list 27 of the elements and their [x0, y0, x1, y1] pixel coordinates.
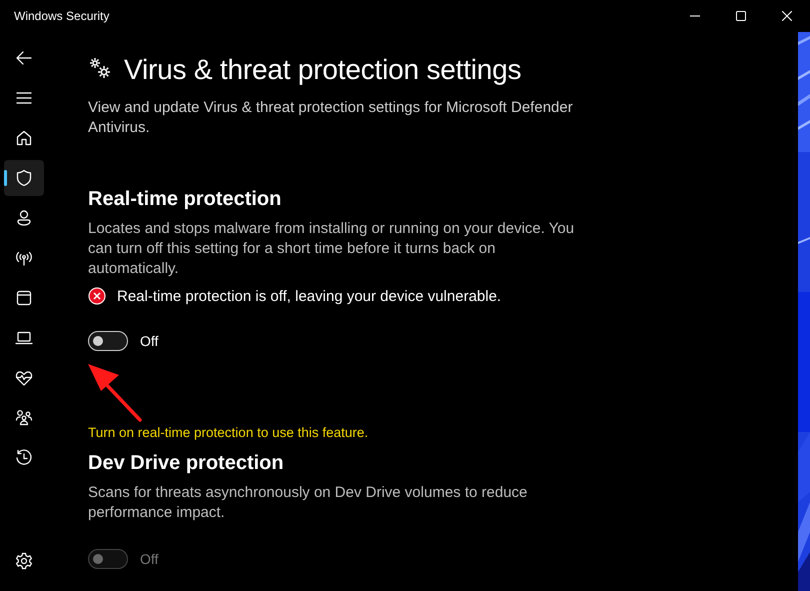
maximize-icon: [736, 11, 746, 21]
section-description: Scans for threats asynchronously on Dev Drive volumes to reduce performance impact.: [88, 483, 528, 523]
antenna-icon: [15, 249, 33, 267]
status-message: Real-time protection is off, leaving your device vulnerable.: [117, 288, 502, 304]
window-title: Windows Security: [13, 9, 110, 23]
close-icon: [782, 11, 792, 21]
error-icon: [88, 287, 106, 305]
toggle-label: Off: [140, 333, 158, 349]
section-heading: Real-time protection: [88, 188, 282, 211]
history-icon: [15, 449, 33, 467]
page-title: Virus & threat protection settings: [124, 54, 522, 86]
shield-icon: [15, 169, 33, 187]
annotation-arrow: [85, 361, 145, 423]
toggle-label: Off: [140, 551, 158, 567]
person-icon: [15, 209, 33, 227]
home-icon: [15, 129, 33, 147]
warning-text: Turn on real-time protection to use this feature.: [88, 425, 370, 440]
laptop-icon: [15, 329, 33, 347]
family-icon: [15, 409, 33, 427]
section-heading: Dev Drive protection: [88, 452, 285, 475]
nav-shield-button[interactable]: [4, 160, 44, 196]
window-icon: [15, 289, 33, 307]
back-icon: [15, 49, 33, 67]
settings-icon: [15, 552, 33, 570]
section-description: Locates and stops malware from installing or running on your device. You can turn off this setting for a short time before it turns back on automatically.: [88, 219, 576, 279]
heart-icon: [15, 369, 33, 387]
page-description: View and update Virus & threat protection settings for Microsoft Defender Antivirus.: [88, 98, 574, 138]
